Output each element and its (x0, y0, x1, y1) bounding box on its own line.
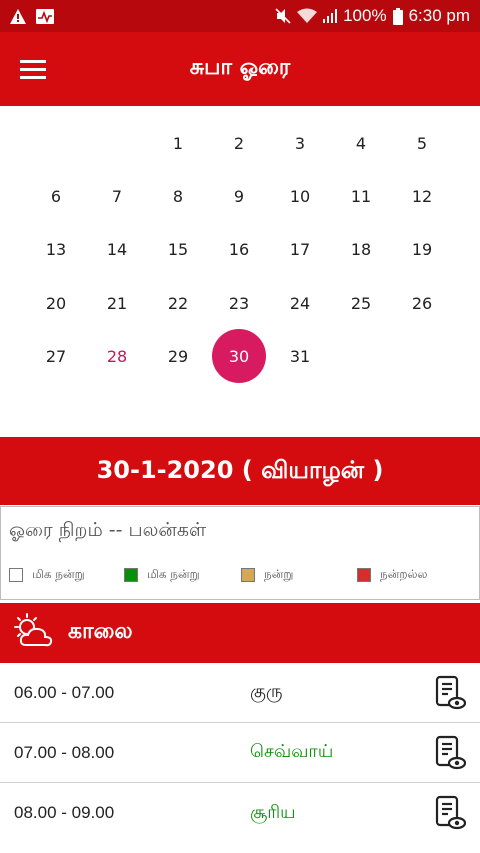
time-slot-list: 06.00 - 07.00 குரு 07.00 - 08.00 செவ்வாய… (0, 663, 480, 843)
calendar-day[interactable]: 18 (334, 222, 388, 276)
status-left (10, 8, 54, 24)
calendar-day[interactable]: 3 (273, 116, 327, 170)
calendar-day[interactable]: 22 (151, 276, 205, 330)
time-slot-row[interactable]: 06.00 - 07.00 குரு (0, 663, 480, 723)
calendar-day[interactable]: 13 (29, 222, 83, 276)
calendar-day[interactable]: 5 (395, 116, 449, 170)
calendar-day[interactable]: 28 (90, 329, 144, 383)
legend-items: மிக நன்று மிக நன்று நன்று நன்றல்ல (9, 567, 473, 587)
legend-label-3: நன்று (264, 567, 294, 581)
section-title: காலை (68, 619, 133, 644)
legend-title: ஓரை நிறம் -- பலன்கள் (9, 519, 207, 541)
warning-icon (10, 8, 26, 24)
section-header-morning: காலை (0, 603, 480, 663)
selected-date-bar: 30-1-2020 ( வியாழன் ) (0, 437, 480, 505)
app-bar: சுபா ஓரை (0, 32, 480, 106)
legend-label-4: நன்றல்ல (380, 567, 428, 581)
calendar-day[interactable]: 29 (151, 329, 205, 383)
calendar-day[interactable]: 17 (273, 222, 327, 276)
legend-item-1: மிக நன்று (9, 567, 85, 583)
slot-time: 07.00 - 08.00 (14, 742, 115, 762)
calendar-day[interactable]: 12 (395, 169, 449, 223)
calendar-day[interactable]: 27 (29, 329, 83, 383)
legend-label-1: மிக நன்று (32, 567, 85, 581)
legend-item-3: நன்று (241, 567, 293, 583)
legend-swatch-1 (9, 568, 23, 582)
calendar-day[interactable]: 10 (273, 169, 327, 223)
menu-icon[interactable] (20, 53, 54, 85)
view-details-icon[interactable] (434, 795, 467, 831)
slot-planet: சூரிய (250, 801, 296, 823)
selected-date-text: 30-1-2020 ( வியாழன் ) (96, 455, 384, 484)
calendar-day[interactable]: 23 (212, 276, 266, 330)
battery-percent: 100% (343, 6, 387, 25)
wifi-icon (297, 8, 318, 24)
weather-sun-cloud-icon (12, 612, 56, 654)
legend-item-2: மிக நன்று (124, 567, 200, 583)
calendar-day[interactable]: 31 (273, 329, 327, 383)
mute-icon (275, 8, 291, 24)
slot-planet: செவ்வாய் (250, 741, 334, 762)
app-title: சுபா ஓரை (189, 55, 291, 80)
calendar-day[interactable]: 6 (29, 169, 83, 223)
signal-icon (323, 9, 338, 23)
legend-box: ஓரை நிறம் -- பலன்கள் மிக நன்று மிக நன்று… (0, 506, 480, 600)
legend-swatch-2 (124, 568, 138, 582)
calendar-day[interactable]: 11 (334, 169, 388, 223)
calendar-day[interactable]: 9 (212, 169, 266, 223)
calendar-day[interactable]: 25 (334, 276, 388, 330)
calendar-day[interactable]: 8 (151, 169, 205, 223)
clock: 6:30 pm (408, 6, 470, 25)
view-details-icon[interactable] (434, 735, 467, 771)
time-slot-row[interactable]: 08.00 - 09.00 சூரிய (0, 783, 480, 843)
calendar-day[interactable]: 30 (212, 329, 266, 383)
calendar-day[interactable]: 2 (212, 116, 266, 170)
slot-planet: குரு (250, 681, 283, 702)
calendar-day[interactable]: 20 (29, 276, 83, 330)
activity-icon (36, 8, 54, 24)
legend-swatch-4 (357, 568, 371, 582)
slot-time: 06.00 - 07.00 (14, 682, 115, 702)
calendar-day[interactable]: 1 (151, 116, 205, 170)
status-bar: 100% 6:30 pm (0, 0, 480, 32)
calendar-grid: 1 2 3 4 5 6 7 8 9 10 11 12 13 14 15 16 17 18 19 20 21 22 23 24 2… (0, 112, 480, 432)
time-slot-row[interactable]: 07.00 - 08.00 செவ்வாய் (0, 723, 480, 783)
legend-label-2: மிக நன்று (147, 567, 200, 581)
battery-icon (392, 7, 403, 25)
view-details-icon[interactable] (434, 675, 467, 711)
slot-time: 08.00 - 09.00 (14, 803, 115, 822)
calendar-day[interactable]: 26 (395, 276, 449, 330)
legend-item-4: நன்றல்ல (357, 567, 427, 583)
calendar-day[interactable]: 15 (151, 222, 205, 276)
calendar-day[interactable]: 4 (334, 116, 388, 170)
calendar-day[interactable]: 7 (90, 169, 144, 223)
legend-swatch-3 (241, 568, 255, 582)
status-right: 100% 6:30 pm (275, 6, 470, 26)
calendar-day[interactable]: 19 (395, 222, 449, 276)
calendar-day[interactable]: 24 (273, 276, 327, 330)
calendar-day[interactable]: 14 (90, 222, 144, 276)
calendar-day[interactable]: 16 (212, 222, 266, 276)
calendar-day[interactable]: 21 (90, 276, 144, 330)
